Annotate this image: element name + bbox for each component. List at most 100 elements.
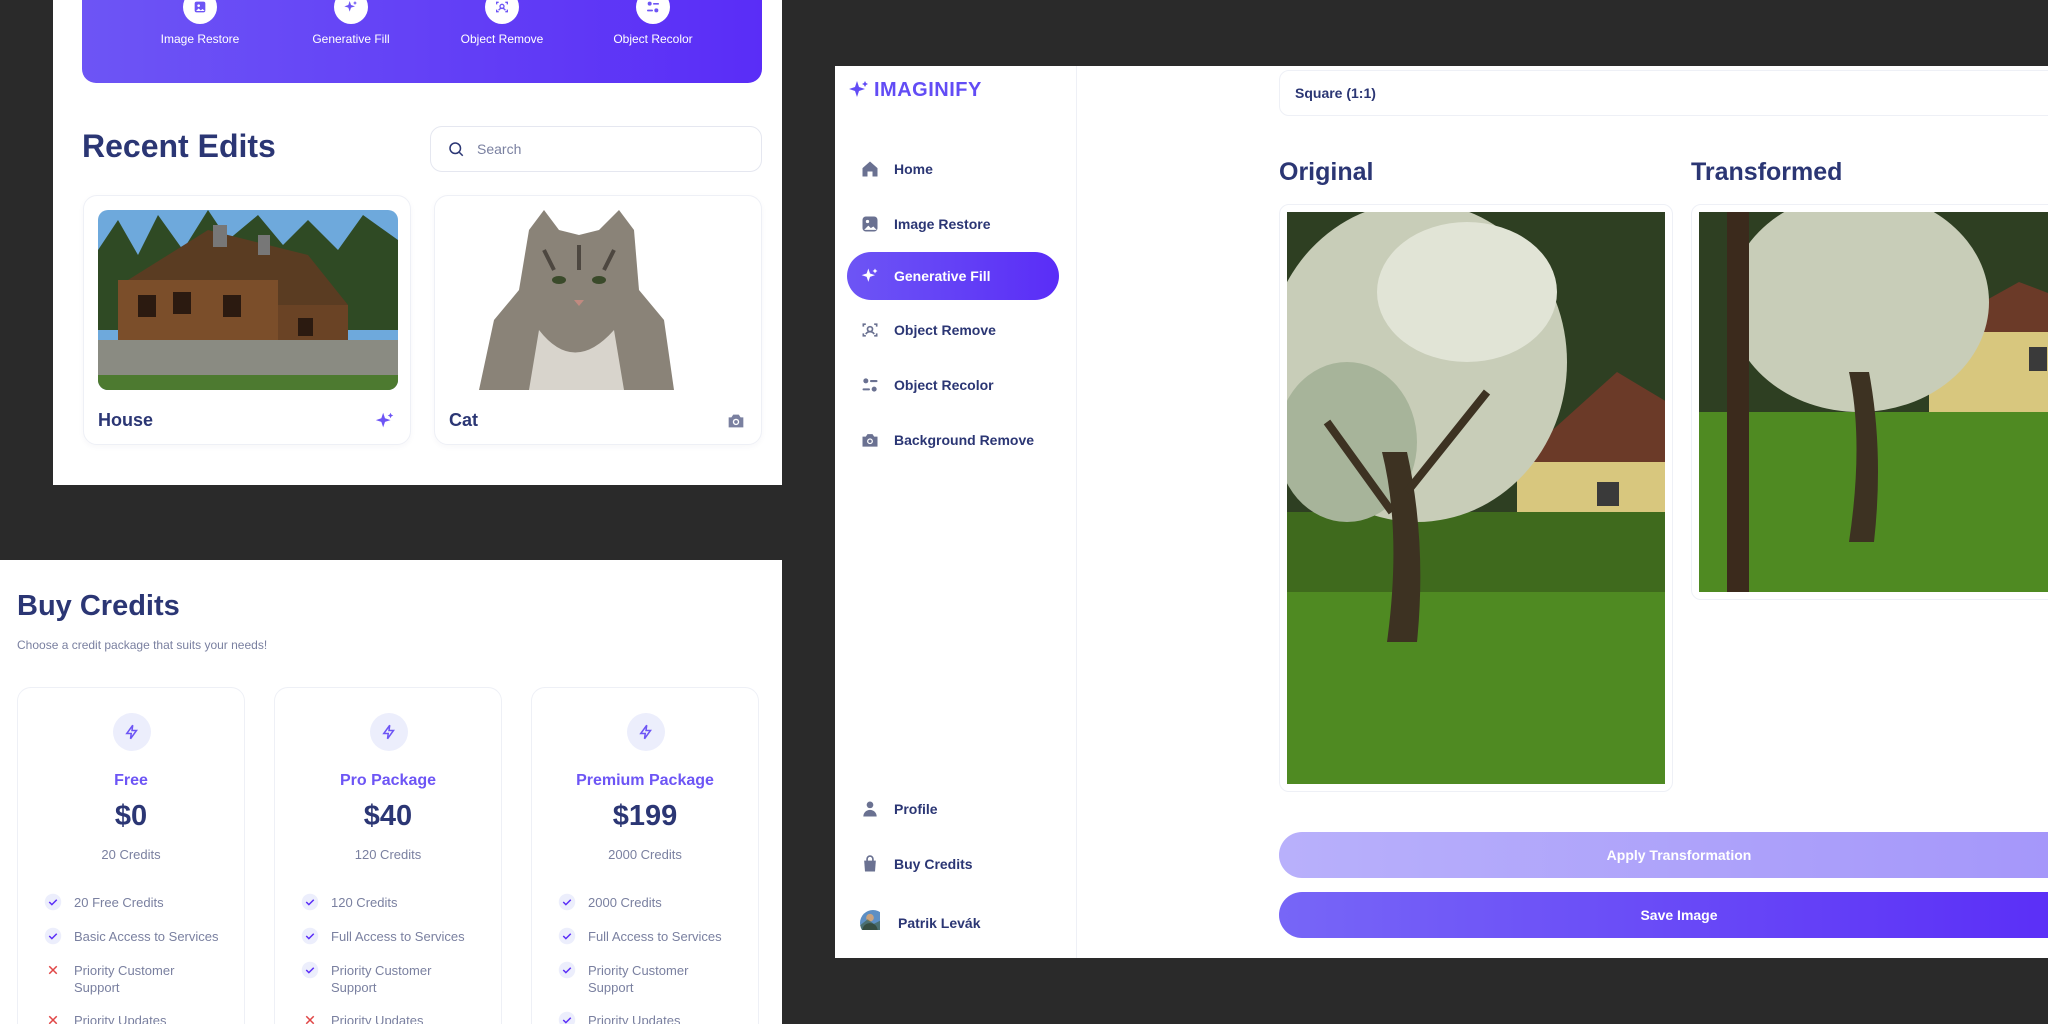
home-panel: Image Restore Generative Fill Object Rem… — [53, 0, 782, 485]
sidebar: IMAGINIFY Home Image Restore Generative … — [835, 66, 1077, 958]
user-icon — [863, 801, 877, 817]
credits-subtitle: Choose a credit package that suits your … — [17, 638, 268, 652]
feature-item: Priority Updates — [301, 1012, 423, 1024]
check-icon — [558, 961, 576, 979]
tool-generative-fill[interactable]: Generative Fill — [276, 0, 426, 46]
feature-item: Full Access to Services — [301, 927, 465, 945]
check-icon — [558, 1011, 576, 1024]
transformed-image — [1699, 212, 2048, 592]
package-price: $40 — [363, 800, 413, 832]
check-icon — [44, 927, 62, 945]
package-card-premium: Premium Package $199 2000 Credits 2000 C… — [531, 687, 759, 1024]
home-icon — [862, 161, 878, 177]
feature-item: Priority Customer Support — [44, 962, 194, 996]
user-name: Patrik Levák — [898, 915, 981, 931]
brand-name: IMAGINIFY — [874, 78, 982, 101]
feature-item: 2000 Credits — [558, 893, 662, 911]
package-credits: 2000 Credits — [608, 847, 682, 862]
cross-icon — [48, 965, 58, 975]
check-icon — [44, 893, 62, 911]
feature-item: Priority Customer Support — [558, 961, 708, 996]
filter-icon — [636, 0, 670, 24]
original-image — [1287, 212, 1665, 784]
bag-icon — [864, 855, 876, 872]
feature-item: Priority Updates — [558, 1011, 680, 1024]
buy-credits-panel: Buy Credits Choose a credit package that… — [0, 560, 782, 1024]
sidebar-item-object-remove[interactable]: Object Remove — [847, 306, 1059, 354]
original-image-frame — [1279, 204, 1673, 792]
sparkles-icon — [861, 268, 878, 282]
feature-item: Basic Access to Services — [44, 927, 219, 945]
feature-item: 20 Free Credits — [44, 893, 164, 911]
bolt-icon — [370, 713, 408, 751]
feature-item: Full Access to Services — [558, 927, 722, 945]
aspect-ratio-select[interactable]: Square (1:1) — [1279, 70, 2048, 116]
sidebar-item-object-recolor[interactable]: Object Recolor — [847, 361, 1059, 409]
sparkles-logo-icon — [849, 81, 868, 97]
search-icon — [449, 142, 464, 157]
tool-label: Generative Fill — [312, 32, 390, 46]
image-icon — [183, 0, 217, 24]
package-name: Pro Package — [339, 772, 437, 789]
apply-transformation-button[interactable]: Apply Transformation — [1279, 832, 2048, 878]
original-title: Original — [1279, 158, 1374, 186]
package-price: $0 — [114, 800, 148, 832]
package-name: Premium Package — [576, 772, 714, 789]
user-account[interactable]: Patrik Levák — [847, 899, 1059, 947]
card-title: Cat — [449, 410, 479, 430]
sidebar-item-image-restore[interactable]: Image Restore — [847, 200, 1059, 248]
bolt-icon — [627, 713, 665, 751]
house-thumbnail — [98, 210, 398, 390]
sidebar-item-background-remove[interactable]: Background Remove — [847, 416, 1059, 464]
tool-image-restore[interactable]: Image Restore — [125, 0, 275, 46]
package-credits: 120 Credits — [354, 847, 422, 862]
check-icon — [301, 961, 319, 979]
tool-label: Object Recolor — [613, 32, 693, 46]
check-icon — [558, 893, 576, 911]
tool-label: Object Remove — [460, 32, 544, 46]
card-title: House — [98, 410, 154, 430]
cross-icon — [305, 1015, 315, 1024]
sidebar-item-buy-credits[interactable]: Buy Credits — [847, 840, 1059, 888]
search-input[interactable] — [477, 141, 737, 157]
save-image-button[interactable]: Save Image — [1279, 892, 2048, 938]
check-icon — [558, 927, 576, 945]
package-price: $199 — [612, 800, 678, 832]
feature-item: Priority Customer Support — [301, 961, 451, 996]
package-card-free: Free $0 20 Credits 20 Free Credits Basic… — [17, 687, 245, 1024]
image-icon — [862, 216, 878, 232]
tool-object-remove[interactable]: Object Remove — [427, 0, 577, 46]
avatar — [860, 910, 886, 936]
feature-item: 120 Credits — [301, 893, 397, 911]
editor-panel: IMAGINIFY Home Image Restore Generative … — [835, 66, 2048, 958]
camera-icon — [862, 434, 878, 447]
tool-object-recolor[interactable]: Object Recolor — [578, 0, 728, 46]
cross-icon — [48, 1015, 58, 1024]
feature-item: Priority Updates — [44, 1012, 166, 1024]
scan-icon — [485, 0, 519, 24]
sparkles-icon — [334, 0, 368, 24]
scan-icon — [862, 323, 878, 337]
credits-title: Buy Credits — [17, 590, 180, 622]
cat-thumbnail — [449, 210, 749, 390]
transformed-title: Transformed — [1691, 158, 1843, 186]
recent-card-cat[interactable]: Cat — [434, 195, 762, 445]
search-box[interactable] — [430, 126, 762, 172]
package-name: Free — [114, 772, 148, 789]
package-credits: 20 Credits — [101, 847, 161, 862]
bolt-icon — [113, 713, 151, 751]
transformed-image-frame — [1691, 204, 2048, 600]
tool-label: Image Restore — [160, 32, 240, 46]
logo[interactable]: IMAGINIFY — [847, 78, 982, 102]
package-card-pro: Pro Package $40 120 Credits 120 Credits … — [274, 687, 502, 1024]
sparkles-icon — [375, 412, 394, 428]
filter-icon — [862, 378, 878, 392]
recent-edits-title: Recent Edits — [82, 128, 276, 164]
recent-card-house[interactable]: House — [83, 195, 411, 445]
camera-icon — [728, 414, 744, 428]
sidebar-item-profile[interactable]: Profile — [847, 785, 1059, 833]
check-icon — [301, 927, 319, 945]
sidebar-item-generative-fill[interactable]: Generative Fill — [847, 252, 1059, 300]
check-icon — [301, 893, 319, 911]
sidebar-item-home[interactable]: Home — [847, 145, 1059, 193]
